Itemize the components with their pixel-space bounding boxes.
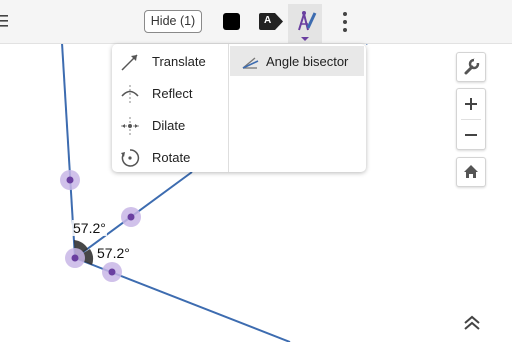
angle-bisector-icon [242, 57, 259, 69]
hide-button[interactable]: Hide (1) [144, 10, 202, 33]
home-button[interactable] [456, 157, 486, 187]
menu-item-label: Translate [152, 54, 206, 69]
collapse-chevron-icon[interactable] [461, 313, 483, 333]
angle-label-lower: 57.2° [96, 245, 131, 261]
zoom-in-button[interactable] [457, 89, 485, 119]
dilate-icon [121, 117, 139, 135]
rotate-icon [121, 149, 140, 167]
point-upper[interactable] [60, 170, 80, 190]
settings-button[interactable] [456, 52, 486, 82]
menu-item-label: Dilate [152, 118, 186, 133]
zoom-in-icon [465, 98, 477, 110]
wrench-icon [464, 58, 480, 75]
point-vertex[interactable] [65, 248, 85, 268]
point-lower[interactable] [102, 262, 122, 282]
menu-item-angle-bisector[interactable]: Angle bisector [230, 46, 364, 76]
reflect-icon [121, 85, 139, 103]
label-badge-text: A [264, 15, 272, 26]
menu-item-rotate[interactable]: Rotate [112, 142, 228, 174]
hamburger-menu-icon[interactable] [0, 14, 14, 28]
menu-item-dilate[interactable]: Dilate [112, 110, 228, 142]
label-toggle-button[interactable]: A [258, 13, 284, 30]
angle-label-upper: 57.2° [72, 220, 107, 236]
transform-tools-dropdown: Translate Reflect Dilate Rotate Angle bi… [112, 44, 366, 172]
zoom-out-button[interactable] [457, 120, 485, 150]
more-options-icon[interactable] [339, 11, 351, 33]
transform-tools-column: Translate Reflect Dilate Rotate [112, 44, 229, 172]
menu-item-label: Angle bisector [266, 54, 349, 69]
menu-item-translate[interactable]: Translate [112, 46, 228, 78]
color-swatch-button[interactable] [223, 13, 240, 30]
compass-ruler-icon [298, 11, 317, 41]
top-toolbar: Hide (1) A [0, 0, 512, 44]
point-bisector[interactable] [121, 207, 141, 227]
home-icon [464, 165, 478, 178]
construction-tools-button[interactable] [288, 4, 322, 43]
menu-item-label: Rotate [152, 150, 191, 165]
zoom-out-icon [465, 134, 477, 136]
translate-arrow-icon [121, 54, 138, 71]
menu-item-label: Reflect [152, 86, 193, 101]
menu-item-reflect[interactable]: Reflect [112, 78, 228, 110]
zoom-controls [456, 88, 486, 150]
